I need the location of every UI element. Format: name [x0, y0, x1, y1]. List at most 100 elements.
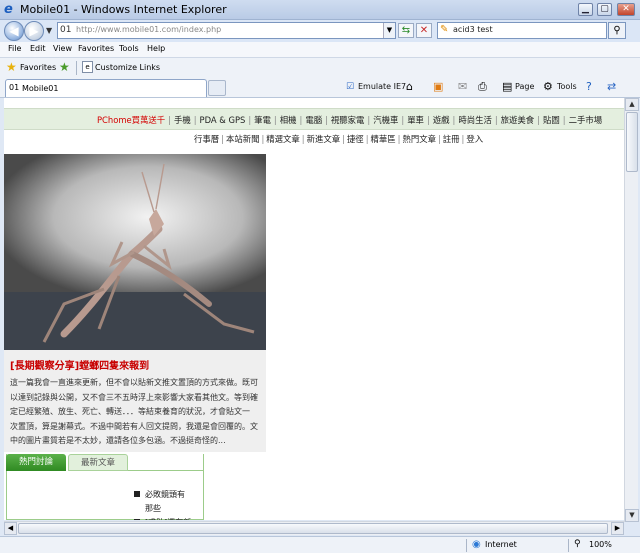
- page-content: PChome買萬送千 | 手機 | PDA & GPS | 筆電 | 相機 | 電腦 | 視聽家電 | 汽機…: [4, 98, 624, 520]
- menu-edit[interactable]: Edit: [30, 44, 46, 53]
- vertical-scroll-thumb[interactable]: [626, 112, 638, 172]
- add-favorite-icon[interactable]: ★: [59, 60, 70, 74]
- subnav-separator: |: [342, 134, 345, 144]
- nav-separator: |: [273, 115, 277, 125]
- subnav-item[interactable]: 本站新聞: [226, 134, 260, 144]
- excerpt-line: 定已經繁殖、放生、死亡、轉送．．．等結束養育的狀況，才會貼文一: [10, 407, 250, 417]
- menu-file[interactable]: File: [8, 44, 21, 53]
- excerpt-line: 以達到記錄與公開，又不會三不五時浮上來影響大家看其他文。等到確: [10, 392, 258, 402]
- site-nav-item[interactable]: 汽機車: [373, 115, 398, 125]
- favorites-star-icon[interactable]: ★: [6, 60, 17, 74]
- site-nav-item[interactable]: 遊戲: [433, 115, 450, 125]
- list-item[interactable]: 必敗鏡頭有: [134, 488, 191, 502]
- search-input[interactable]: ✎ acid3 test: [437, 22, 607, 39]
- bullet-icon: [134, 491, 140, 497]
- nav-separator: |: [367, 115, 371, 125]
- subnav-separator: |: [397, 134, 401, 144]
- recent-pages-dropdown[interactable]: ▼: [46, 26, 52, 35]
- research-icon[interactable]: ⇄: [607, 80, 616, 93]
- scroll-right-icon[interactable]: ▶: [611, 522, 624, 535]
- browser-tab[interactable]: 01 Mobile01: [5, 79, 207, 97]
- window-title: Mobile01 - Windows Internet Explorer: [20, 3, 227, 16]
- site-nav: PChome買萬送千 | 手機 | PDA & GPS | 筆電 | 相機 | 電腦 | 視聽家電 | 汽機…: [4, 108, 624, 130]
- subnav-item[interactable]: 行事曆: [194, 134, 219, 144]
- feature-image-mantis[interactable]: [4, 154, 266, 350]
- emulate-ie7-button[interactable]: Emulate IE7: [358, 82, 406, 91]
- site-nav-item[interactable]: 單車: [407, 115, 424, 125]
- subnav-item[interactable]: 精選文章: [266, 134, 300, 144]
- refresh-icon[interactable]: ⇆: [398, 23, 414, 38]
- site-nav-item[interactable]: 手機: [174, 115, 191, 125]
- feature-title-link[interactable]: [長期觀察分享]螳螂四隻來報到: [10, 357, 149, 372]
- subnav-item[interactable]: 登入: [466, 134, 483, 144]
- tab-latest-articles[interactable]: 最新文章: [68, 454, 128, 471]
- internet-zone-icon: ◉: [472, 539, 481, 550]
- nav-separator: |: [426, 115, 430, 125]
- customize-links-icon: e: [82, 61, 93, 73]
- security-zone[interactable]: Internet: [485, 540, 517, 549]
- site-nav-item[interactable]: PDA & GPS: [200, 115, 246, 125]
- address-input[interactable]: 01 http://www.mobile01.com/index.php ▼: [57, 22, 396, 39]
- tools-menu[interactable]: Tools: [557, 82, 577, 91]
- stop-icon[interactable]: ✕: [416, 23, 432, 38]
- status-divider: [466, 539, 467, 552]
- subnav-separator: |: [461, 134, 465, 144]
- menu-view[interactable]: View: [53, 44, 72, 53]
- print-icon[interactable]: ⎙: [478, 80, 487, 94]
- favorites-button[interactable]: Favorites: [20, 63, 56, 72]
- minimize-button[interactable]: ▁: [578, 3, 593, 16]
- nav-separator: |: [494, 115, 498, 125]
- nav-separator: |: [452, 115, 456, 125]
- menu-favorites[interactable]: Favorites: [78, 44, 114, 53]
- subnav-item[interactable]: 註冊: [443, 134, 460, 144]
- zoom-level[interactable]: 100%: [589, 540, 612, 549]
- subnav-item[interactable]: 捷徑: [347, 134, 364, 144]
- customize-links-link[interactable]: Customize Links: [95, 63, 160, 72]
- subnav-item[interactable]: 精華區: [371, 134, 396, 144]
- maximize-button[interactable]: ▢: [597, 3, 612, 16]
- subnav-separator: |: [301, 134, 305, 144]
- feature-excerpt: 這一篇我會一直進來更新，但不會以貼新文推文置頂的方式來做。既可 以達到記錄與公開，…: [10, 376, 262, 449]
- page-menu[interactable]: Page: [515, 82, 534, 91]
- list-item[interactable]: 那些: [134, 502, 191, 516]
- subnav-item[interactable]: 新進文章: [307, 134, 341, 144]
- tab-divider: [128, 470, 204, 471]
- mail-icon[interactable]: ✉: [458, 80, 467, 93]
- feature-panel: [長期觀察分享]螳螂四隻來報到 這一篇我會一直進來更新，但不會以貼新文推文置頂的…: [4, 350, 266, 452]
- menu-help[interactable]: Help: [147, 44, 165, 53]
- horizontal-scroll-thumb[interactable]: [18, 523, 608, 534]
- feeds-icon[interactable]: ▣: [433, 80, 443, 93]
- site-nav-item[interactable]: 電腦: [305, 115, 322, 125]
- site-nav-item[interactable]: 貼圖: [543, 115, 560, 125]
- home-icon[interactable]: ⌂: [406, 80, 413, 93]
- site-nav-item[interactable]: PChome買萬送千: [97, 115, 165, 125]
- list-item[interactable]: [求助]還有新: [134, 516, 191, 520]
- address-dropdown[interactable]: ▼: [383, 23, 395, 38]
- tab-hot-discussion[interactable]: 熱門討論: [6, 454, 66, 471]
- list-item-text: 那些: [145, 504, 161, 513]
- nav-separator: |: [248, 115, 252, 125]
- site-subnav: 行事曆 | 本站新聞 | 精選文章 | 新進文章 | 捷徑 | 精華區 | 熱門文章 | 註冊 | 登入: [194, 133, 483, 145]
- status-bar: ◉ Internet ⚲ 100%: [0, 536, 640, 553]
- help-icon[interactable]: ?: [586, 80, 592, 93]
- favorites-bar: ★ Favorites ★ e Customize Links: [0, 58, 640, 78]
- subnav-item[interactable]: 熱門文章: [402, 134, 436, 144]
- scroll-up-icon[interactable]: ▲: [625, 98, 639, 111]
- horizontal-scrollbar[interactable]: ◀ ▶: [4, 521, 624, 535]
- back-button[interactable]: ◀: [4, 21, 24, 41]
- site-nav-item[interactable]: 相機: [280, 115, 297, 125]
- scroll-left-icon[interactable]: ◀: [4, 522, 17, 535]
- site-nav-item[interactable]: 二手市場: [569, 115, 603, 125]
- scroll-down-icon[interactable]: ▼: [625, 509, 639, 522]
- mantis-photo: [4, 154, 266, 350]
- menu-tools[interactable]: Tools: [119, 44, 139, 53]
- new-tab-button[interactable]: [208, 80, 226, 96]
- site-nav-item[interactable]: 筆電: [254, 115, 271, 125]
- forward-button[interactable]: ▶: [24, 21, 44, 41]
- vertical-scrollbar[interactable]: ▲ ▼: [624, 98, 639, 522]
- search-icon[interactable]: ⚲: [608, 22, 626, 39]
- site-nav-item[interactable]: 時尚生活: [458, 115, 492, 125]
- site-nav-item[interactable]: 視聽家電: [331, 115, 365, 125]
- close-button[interactable]: ✕: [617, 3, 635, 16]
- site-nav-item[interactable]: 旅遊美食: [501, 115, 535, 125]
